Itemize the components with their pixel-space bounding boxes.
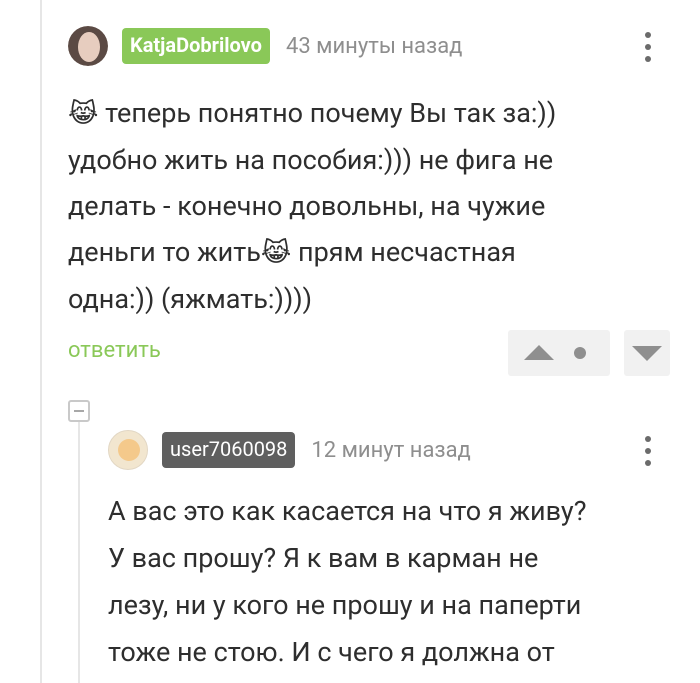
thread-line[interactable] bbox=[78, 422, 80, 683]
vote-up-button[interactable] bbox=[508, 330, 610, 376]
more-vertical-icon[interactable] bbox=[644, 32, 652, 62]
reply-comment: user7060098 12 минут назад А вас это как… bbox=[108, 428, 680, 676]
comment-header: KatjaDobrilovo 43 минуты назад bbox=[68, 24, 688, 68]
comment-text: А вас это как касается на что я живу? У … bbox=[108, 495, 587, 668]
comment-time[interactable]: 12 минут назад bbox=[311, 438, 470, 463]
crying-cat-emoji-icon: 😹 bbox=[260, 238, 292, 268]
vote-down-button[interactable] bbox=[624, 330, 670, 376]
rating-dot-icon bbox=[574, 347, 586, 359]
comment-time[interactable]: 43 минуты назад bbox=[286, 34, 462, 59]
comment-text: 😹 теперь понятно почему Вы так за:)) удо… bbox=[68, 97, 557, 315]
reply-link[interactable]: ответить bbox=[68, 338, 161, 363]
vote-up-icon bbox=[524, 345, 554, 360]
avatar[interactable] bbox=[108, 430, 148, 470]
crying-cat-emoji-icon: 😹 bbox=[68, 99, 99, 129]
collapse-icon[interactable] bbox=[68, 400, 90, 422]
avatar[interactable] bbox=[68, 26, 108, 66]
author-name[interactable]: user7060098 bbox=[162, 432, 296, 468]
author-name[interactable]: KatjaDobrilovo bbox=[122, 28, 270, 64]
more-vertical-icon[interactable] bbox=[644, 436, 652, 466]
comment-header: user7060098 12 минут назад bbox=[108, 428, 680, 472]
comment: KatjaDobrilovo 43 минуты назад 😹 теперь … bbox=[68, 24, 688, 322]
thread-line bbox=[40, 0, 42, 683]
comment-actions: ответить bbox=[68, 330, 670, 376]
vote-down-icon bbox=[632, 346, 662, 361]
